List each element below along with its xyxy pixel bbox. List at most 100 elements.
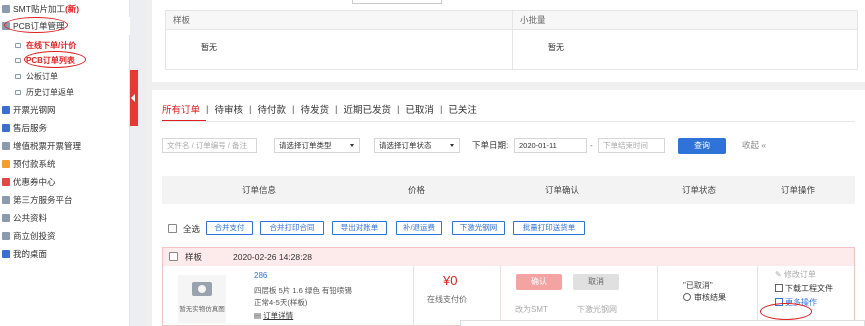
confirm-button[interactable]: 确认	[516, 274, 562, 290]
audit-result-label: 审核结果	[694, 293, 726, 302]
summary-table: 样板 暂无 小批量 暂无	[165, 10, 858, 70]
sub-item-icon	[15, 73, 21, 79]
more-actions-link[interactable]: 更多操作	[775, 297, 817, 308]
tab-separator: |	[291, 103, 295, 115]
tab-pending-payment[interactable]: 待付款	[257, 102, 286, 116]
sidebar-subitem-label: 在线下单/计价	[26, 40, 77, 50]
sidebar-item-after-sales[interactable]: 售后服务	[0, 119, 130, 137]
edit-order-link[interactable]: ✎ 修改订单	[775, 269, 816, 280]
sidebar-item-smt[interactable]: SMT贴片加工 (新)	[0, 0, 130, 18]
order-status-select[interactable]: 请选择订单状态	[374, 138, 460, 153]
page: SMT贴片加工 (新) PCB订单管理 在线下单/计价 PCB订单列表 公板订单…	[0, 0, 865, 326]
stencil-icon	[2, 106, 10, 114]
tab-followed[interactable]: 已关注	[448, 102, 477, 116]
collapse-filters-link[interactable]: 收起 «	[742, 138, 766, 153]
sidebar-item-stencil[interactable]: 开票光钢网	[0, 101, 130, 119]
audit-result-link[interactable]: 审核结果	[683, 292, 726, 303]
batch-print-delivery-button[interactable]: 批量打印送货单	[513, 221, 585, 235]
export-statement-button[interactable]: 导出对账单	[332, 221, 387, 235]
more-actions-popup	[460, 320, 865, 326]
table-header: 订单信息 价格 订单确认 订单状态 订单操作	[162, 176, 855, 204]
tab-separator: |	[439, 103, 443, 115]
sidebar-item-label: PCB订单管理	[13, 21, 65, 31]
tab-all-orders[interactable]: 所有订单	[162, 102, 200, 116]
coupon-icon	[2, 178, 10, 186]
chip-icon	[2, 5, 10, 13]
edit-order-label: 修改订单	[783, 270, 816, 279]
sidebar-item-label: 增值税票开票管理	[13, 141, 82, 151]
order-date-label: 下单日期:	[472, 140, 509, 150]
tab-separator: |	[396, 103, 400, 115]
merge-pay-button[interactable]: 合并支付	[206, 221, 253, 235]
sidebar-subitem-online-order[interactable]: 在线下单/计价	[15, 38, 76, 52]
sidebar-item-pcb-orders[interactable]: PCB订单管理	[0, 17, 130, 35]
order-row: 样板 2020-02-26 14:28:28 暂无实物仿真图 286 四层板 5…	[162, 247, 855, 326]
order-number-link[interactable]: 286	[254, 271, 267, 280]
order-summary-card: 样板 暂无 小批量 暂无	[152, 0, 865, 82]
order-checkbox[interactable]	[169, 252, 178, 261]
sidebar-subitem-public-board[interactable]: 公板订单	[15, 69, 58, 83]
sidebar-item-label: 我的桌面	[13, 249, 48, 259]
sidebar-item-third-party[interactable]: 第三方服务平台	[0, 191, 130, 209]
order-specs: 四层板 5片 1.6 绿色 有铅喷锡	[254, 286, 352, 295]
tab-pending-review[interactable]: 待审核	[214, 102, 243, 116]
order-list-card: 所有订单 | 待审核 | 待付款 | 待发货 | 近期已发货 | 已取消 | 已…	[152, 90, 865, 326]
column-divider	[413, 266, 414, 326]
sidebar-subitem-history[interactable]: 历史订单返单	[15, 85, 74, 99]
sub-item-icon	[15, 57, 21, 63]
shipping-fee-adjust-button[interactable]: 补/退运费	[396, 221, 442, 235]
sidebar-item-investment[interactable]: 商立创投资	[0, 227, 130, 245]
document-icon: ▤	[254, 311, 264, 320]
sub-item-icon	[15, 42, 21, 48]
sidebar-item-coupons[interactable]: 优惠券中心	[0, 173, 130, 191]
sidebar-item-prepay[interactable]: 预付款系统	[0, 155, 130, 173]
sidebar-item-public-docs[interactable]: 公共资料	[0, 209, 130, 227]
summary-header: 小批量	[513, 11, 857, 30]
date-end-input[interactable]: 下单结束时间	[598, 138, 665, 153]
list-icon	[2, 22, 10, 30]
document-icon	[2, 214, 10, 222]
tab-recently-shipped[interactable]: 近期已发货	[343, 102, 391, 116]
order-type-select[interactable]: 请选择订单类型	[274, 138, 360, 153]
sidebar-subitem-pcb-order-list[interactable]: PCB订单列表	[15, 53, 75, 67]
date-start-input[interactable]: 2020-01-11	[514, 138, 587, 153]
top-field-edge	[352, 0, 442, 4]
order-tabs: 所有订单 | 待审核 | 待付款 | 待发货 | 近期已发货 | 已取消 | 已…	[162, 102, 477, 117]
sidebar-item-label: 商立创投资	[13, 231, 56, 241]
main-content: 样板 暂无 小批量 暂无 所有订单 | 待审核 | 待付款 | 待发货 | 近期…	[146, 0, 865, 326]
order-detail-link[interactable]: ▤ 订单详情	[254, 310, 293, 321]
search-button[interactable]: 查询	[678, 138, 726, 154]
sub-item-icon	[15, 89, 21, 95]
column-header-confirmation: 订单确认	[545, 185, 580, 195]
laser-stencil-button[interactable]: 下激光钢网	[452, 221, 505, 235]
sidebar-collapse-button[interactable]	[130, 70, 138, 126]
sidebar-item-desktop[interactable]: 我的桌面	[0, 245, 130, 263]
cancel-order-button[interactable]: 取消	[573, 274, 619, 290]
order-stencil-link[interactable]: 下激光钢网	[577, 304, 617, 315]
sidebar-item-label: 售后服务	[13, 123, 48, 133]
order-leadtime: 正常4-5天(样板)	[254, 298, 308, 307]
tab-separator: |	[249, 103, 252, 115]
sidebar-item-invoice[interactable]: 增值税票开票管理	[0, 137, 130, 155]
date-range-dash: -	[590, 141, 593, 150]
order-type: 样板	[185, 252, 203, 262]
download-files-link[interactable]: 下载工程文件	[775, 283, 833, 294]
tab-pending-shipment[interactable]: 待发货	[300, 102, 329, 116]
column-divider	[657, 266, 658, 326]
column-header-actions: 订单操作	[781, 185, 816, 195]
column-divider	[757, 266, 758, 326]
merge-print-contract-button[interactable]: 合并打印合同	[260, 221, 324, 235]
service-icon	[2, 124, 10, 132]
price-type: 在线支付价	[427, 295, 467, 304]
sidebar-gutter	[130, 0, 146, 326]
sidebar: SMT贴片加工 (新) PCB订单管理 在线下单/计价 PCB订单列表 公板订单…	[0, 0, 130, 326]
wallet-icon	[2, 160, 10, 168]
sidebar-item-label: 开票光钢网	[13, 105, 56, 115]
keyword-search-input[interactable]: 文件名 / 订单编号 / 备注	[162, 138, 257, 153]
desktop-icon	[2, 250, 10, 258]
tab-cancelled[interactable]: 已取消	[405, 102, 434, 116]
sidebar-subitem-label: 历史订单返单	[26, 87, 74, 97]
edit-icon: ✎	[775, 270, 784, 279]
select-all-checkbox[interactable]	[168, 224, 177, 233]
change-to-smt-link[interactable]: 改为SMT	[515, 304, 548, 315]
